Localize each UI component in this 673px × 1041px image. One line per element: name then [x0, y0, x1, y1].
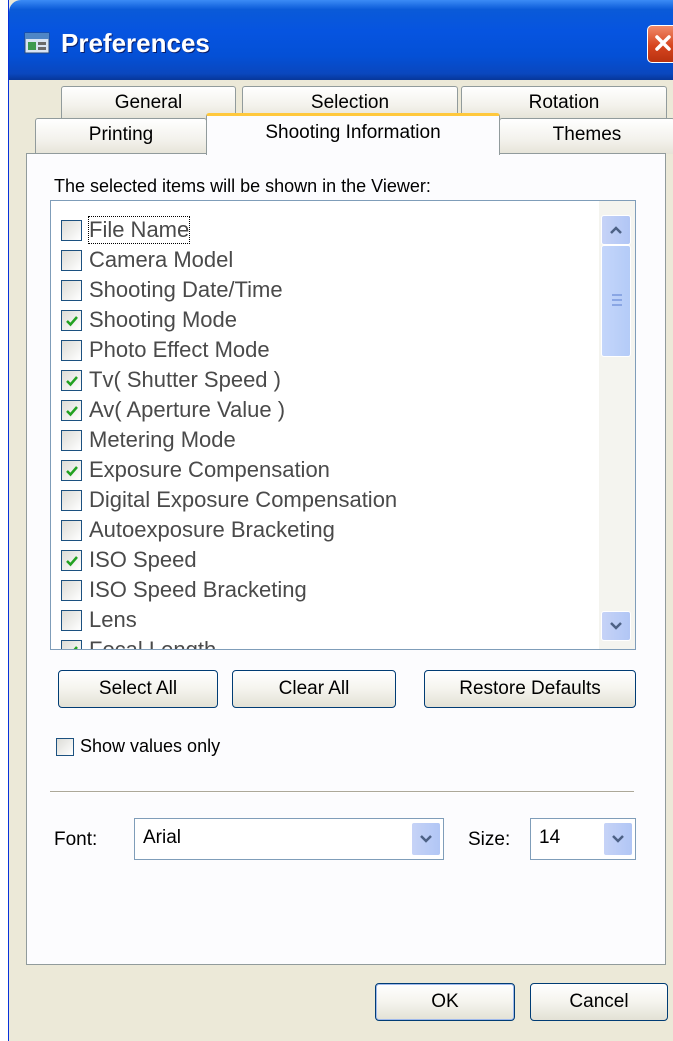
show-values-only-label: Show values only: [80, 736, 221, 756]
font-select-value: Arial: [143, 827, 182, 848]
select-all-button[interactable]: Select All: [58, 670, 218, 708]
list-item-checkbox[interactable]: [61, 459, 82, 481]
list-item[interactable]: Focal Length: [61, 635, 217, 650]
list-scrollbar[interactable]: [599, 201, 635, 649]
checkmark-icon: [66, 375, 78, 386]
shooting-info-list[interactable]: File Name Camera Model Shooting Date/Time S…: [50, 200, 636, 650]
list-item-label: Lens: [89, 607, 137, 632]
size-select[interactable]: 14: [530, 818, 636, 860]
list-item-checkbox[interactable]: [61, 369, 82, 391]
size-select-value: 14: [539, 827, 561, 848]
list-item[interactable]: Digital Exposure Compensation: [61, 485, 397, 515]
list-item[interactable]: ISO Speed: [61, 545, 197, 575]
cancel-button[interactable]: Cancel: [530, 983, 668, 1021]
list-item-label: ISO Speed Bracketing: [89, 577, 307, 602]
list-item-label: Exposure Compensation: [89, 457, 330, 482]
list-item[interactable]: Photo Effect Mode: [61, 335, 270, 365]
list-item-checkbox[interactable]: [61, 549, 82, 571]
list-item[interactable]: Tv( Shutter Speed ): [61, 365, 281, 395]
chevron-down-icon: [420, 835, 432, 843]
scroll-up-button[interactable]: [601, 215, 631, 245]
list-item[interactable]: Metering Mode: [61, 425, 236, 455]
list-item[interactable]: Lens: [61, 605, 137, 635]
list-item-checkbox[interactable]: [61, 249, 82, 271]
list-item[interactable]: Exposure Compensation: [61, 455, 330, 485]
ok-button[interactable]: OK: [375, 983, 515, 1021]
list-item-checkbox[interactable]: [61, 609, 82, 631]
list-item[interactable]: Camera Model: [61, 245, 233, 275]
chevron-down-icon: [612, 835, 624, 843]
list-item-checkbox[interactable]: [61, 489, 82, 511]
size-label: Size:: [468, 829, 511, 850]
list-item-label: Av( Aperture Value ): [89, 397, 286, 422]
list-item-label: Focal Length: [89, 637, 217, 650]
list-item-label: File Name: [87, 216, 191, 244]
list-item-label: Autoexposure Bracketing: [89, 517, 335, 542]
checkmark-icon: [66, 465, 78, 476]
list-item-label: Metering Mode: [89, 427, 236, 452]
list-item-label: Camera Model: [89, 247, 234, 272]
checkmark-icon: [73, 645, 78, 649]
checkmark-icon: [66, 315, 78, 326]
list-item-checkbox[interactable]: [61, 639, 82, 649]
list-item-checkbox[interactable]: [61, 429, 82, 451]
size-dropdown-button[interactable]: [603, 822, 633, 856]
window-title: Preferences: [61, 28, 210, 58]
list-item[interactable]: File Name: [61, 215, 191, 245]
list-item-label: Tv( Shutter Speed ): [89, 367, 281, 392]
restore-defaults-button[interactable]: Restore Defaults: [424, 670, 636, 708]
show-values-only-checkbox[interactable]: [56, 737, 74, 756]
list-item-checkbox[interactable]: [61, 309, 82, 331]
list-item-checkbox[interactable]: [61, 399, 82, 421]
list-item-checkbox[interactable]: [61, 339, 82, 361]
list-item-checkbox[interactable]: [61, 519, 82, 541]
list-item[interactable]: Autoexposure Bracketing: [61, 515, 335, 545]
list-item-label: ISO Speed: [89, 547, 197, 572]
checkmark-icon: [66, 555, 78, 566]
scroll-thumb[interactable]: [601, 245, 631, 357]
list-item[interactable]: Av( Aperture Value ): [61, 395, 285, 425]
tab-printing[interactable]: Printing: [35, 118, 207, 154]
clear-all-button[interactable]: Clear All: [232, 670, 396, 708]
list-item-checkbox[interactable]: [61, 279, 82, 301]
close-button[interactable]: [647, 25, 673, 63]
tab-themes[interactable]: Themes: [499, 118, 673, 154]
font-select[interactable]: Arial: [134, 818, 444, 860]
show-values-only-option[interactable]: Show values only: [56, 736, 220, 757]
list-item-checkbox[interactable]: [61, 579, 82, 601]
list-item-checkbox[interactable]: [61, 219, 82, 241]
font-label: Font:: [54, 829, 98, 850]
checkmark-icon: [66, 405, 78, 416]
list-item-label: Photo Effect Mode: [89, 337, 270, 362]
list-item[interactable]: Shooting Date/Time: [61, 275, 283, 305]
close-icon: [655, 35, 671, 51]
list-caption: The selected items will be shown in the …: [54, 176, 431, 196]
chevron-up-icon: [610, 226, 622, 234]
list-item[interactable]: Shooting Mode: [61, 305, 237, 335]
list-item-label: Shooting Date/Time: [89, 277, 283, 302]
list-item-label: Digital Exposure Compensation: [89, 487, 398, 512]
scroll-down-button[interactable]: [601, 611, 631, 641]
chevron-down-icon: [610, 622, 622, 630]
title-bar[interactable]: Preferences: [9, 0, 673, 80]
app-icon: [23, 30, 51, 56]
tab-shooting-information[interactable]: Shooting Information: [206, 113, 500, 155]
list-item-label: Shooting Mode: [89, 307, 237, 332]
list-item[interactable]: ISO Speed Bracketing: [61, 575, 307, 605]
font-dropdown-button[interactable]: [411, 822, 441, 856]
